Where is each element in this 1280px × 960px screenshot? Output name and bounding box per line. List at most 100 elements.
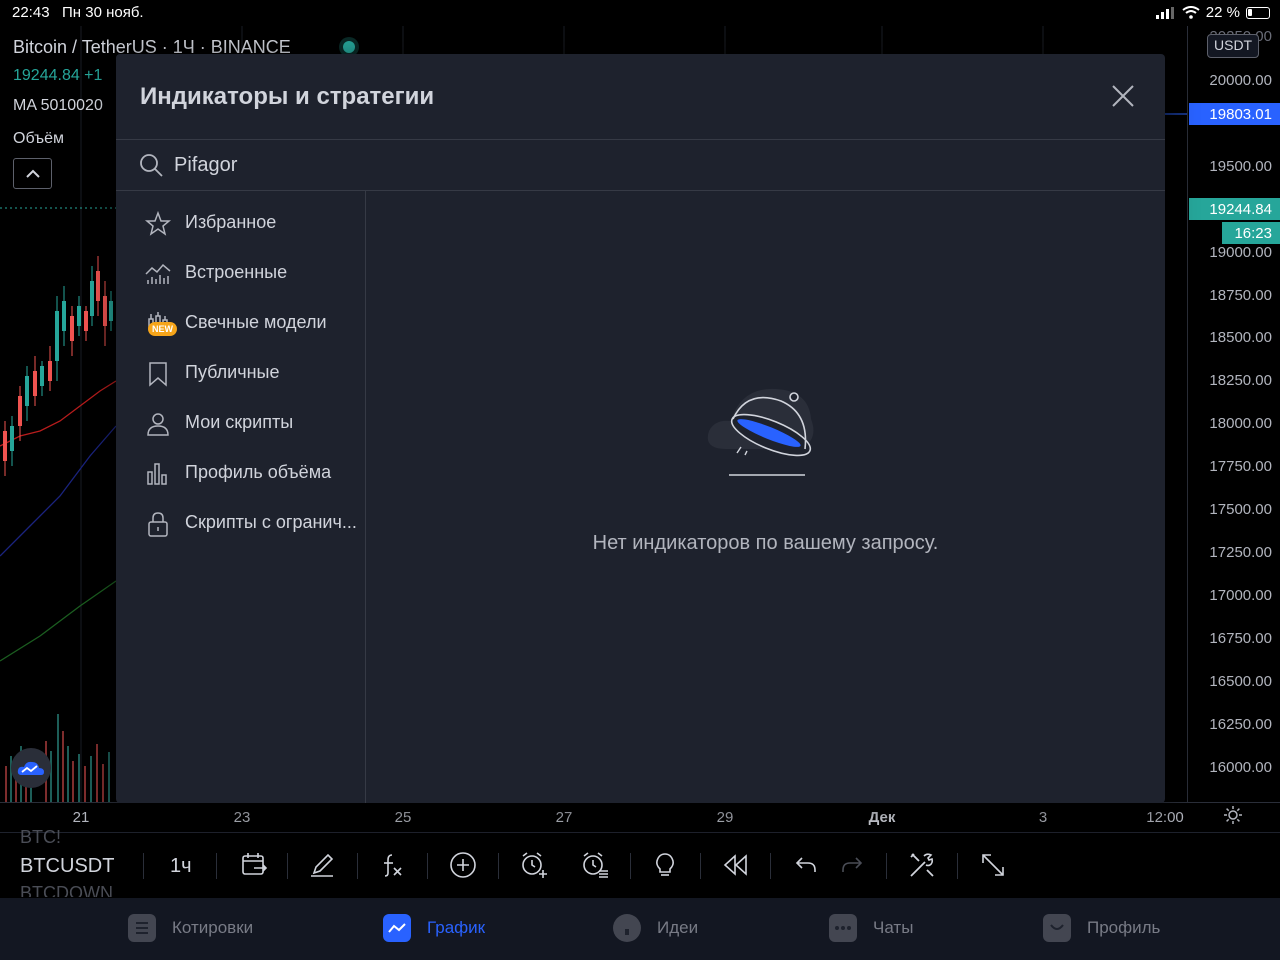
- dialog-title: Индикаторы и стратегии: [140, 83, 435, 110]
- sidebar-item-label: Свечные модели: [185, 312, 327, 332]
- add-button[interactable]: [445, 847, 481, 883]
- price-axis-label: 19000.00: [1209, 244, 1272, 261]
- toolbar-divider: [957, 853, 958, 879]
- tools-icon: [910, 853, 934, 877]
- sidebar-item-candle-patterns[interactable]: NEW Свечные модели: [116, 298, 366, 348]
- smiley-icon: [1043, 914, 1071, 942]
- nav-item-profile[interactable]: Профиль: [1043, 914, 1160, 942]
- toolbar-divider: [287, 853, 288, 879]
- price-axis-label: 18500.00: [1209, 329, 1272, 346]
- bookmark-icon: [149, 362, 167, 387]
- fullscreen-button[interactable]: [975, 847, 1011, 883]
- symbol-ghost-next: BTCDOWN: [20, 883, 113, 897]
- toolbar-divider: [143, 853, 144, 879]
- ideas-button[interactable]: [647, 847, 683, 883]
- toolbar-divider: [630, 853, 631, 879]
- symbol-ghost-prev: BTC!: [20, 827, 62, 847]
- time-axis-label: 25: [394, 809, 412, 826]
- battery-icon: [1246, 6, 1270, 19]
- price-axis-label: 16750.00: [1209, 630, 1272, 647]
- ma-legend[interactable]: MA 5010020: [13, 97, 103, 115]
- bulb-icon: [613, 914, 641, 942]
- chart-price-line: 19244.84 +1: [13, 67, 103, 84]
- undo-button[interactable]: [788, 847, 824, 883]
- date-range-button[interactable]: [236, 847, 272, 883]
- time-axis-label: Дек: [868, 809, 896, 826]
- toolbar-divider: [700, 853, 701, 879]
- drawing-tool-button[interactable]: [304, 847, 340, 883]
- gear-icon[interactable]: [1222, 804, 1244, 826]
- time-axis-label: 3: [1038, 809, 1048, 826]
- chart-icon: [383, 914, 411, 942]
- time-axis-label: 29: [716, 809, 734, 826]
- new-badge: NEW: [148, 322, 177, 336]
- alerts-list-button[interactable]: [577, 847, 613, 883]
- tradingview-logo[interactable]: [11, 748, 51, 788]
- nav-label: Профиль: [1087, 918, 1161, 937]
- nav-item-chats[interactable]: Чаты: [829, 914, 913, 942]
- tools-button[interactable]: [904, 847, 940, 883]
- price-axis[interactable]: 20250.00 20000.00 19500.00 19000.00 1875…: [1187, 26, 1280, 802]
- nav-label: Идеи: [657, 918, 699, 937]
- search-input[interactable]: [174, 148, 1074, 182]
- nav-item-chart[interactable]: График: [383, 914, 485, 942]
- alarm-plus-icon: [522, 852, 547, 878]
- add-alert-button[interactable]: [516, 847, 552, 883]
- builtin-chart-icon: [145, 263, 171, 284]
- list-icon: [128, 914, 156, 942]
- toolbar-divider: [498, 853, 499, 879]
- sidebar-item-favorites[interactable]: Избранное: [116, 198, 366, 248]
- price-axis-label: 17000.00: [1209, 587, 1272, 604]
- toolbar-divider: [770, 853, 771, 879]
- sidebar-item-restricted-scripts[interactable]: Скрипты с огранич...: [116, 498, 366, 548]
- price-axis-label: 16250.00: [1209, 716, 1272, 733]
- currency-badge[interactable]: USDT: [1207, 34, 1260, 58]
- pen-icon: [311, 853, 334, 877]
- sidebar-item-my-scripts[interactable]: Мои скрипты: [116, 398, 366, 448]
- alarm-list-icon: [583, 852, 608, 878]
- status-bar: 22:43 Пн 30 нояб. 22 %: [0, 0, 1280, 26]
- toolbar-divider: [357, 853, 358, 879]
- redo-icon: [842, 857, 863, 872]
- nav-item-quotes[interactable]: Котировки: [128, 914, 253, 942]
- category-sidebar: Избранное Встроенные NEW Свечные модели …: [116, 191, 366, 803]
- battery-percent: 22 %: [1205, 4, 1240, 21]
- replay-button[interactable]: [717, 847, 753, 883]
- nav-item-ideas[interactable]: Идеи: [613, 914, 698, 942]
- interval-selector[interactable]: 1ч: [170, 855, 192, 878]
- symbol-selector[interactable]: BTCUSDT: [20, 855, 114, 878]
- indicators-button[interactable]: [374, 847, 410, 883]
- last-price-tag: 19244.84: [1189, 198, 1280, 220]
- lock-icon: [148, 512, 168, 537]
- price-axis-label: 17750.00: [1209, 458, 1272, 475]
- time-axis-label: 23: [233, 809, 251, 826]
- close-icon[interactable]: [1109, 82, 1137, 110]
- time-axis[interactable]: 21 23 25 27 29 Дек 3 12:00: [0, 802, 1280, 832]
- nav-label: Котировки: [172, 918, 254, 937]
- ma-red-line: [0, 380, 117, 447]
- collapse-legend-button[interactable]: [13, 158, 52, 189]
- time-axis-label: 27: [555, 809, 573, 826]
- fx-icon: [384, 854, 402, 877]
- plus-circle-icon: [450, 852, 476, 878]
- sidebar-item-label: Встроенные: [185, 262, 288, 282]
- status-right: 22 %: [1155, 4, 1270, 21]
- price-axis-label: 20000.00: [1209, 72, 1272, 89]
- volume-legend[interactable]: Объём: [13, 130, 64, 148]
- toolbar-divider: [886, 853, 887, 879]
- time-axis-label: 21: [72, 809, 90, 826]
- price-axis-label: 19500.00: [1209, 158, 1272, 175]
- ma-blue-line: [0, 425, 117, 557]
- volume-bars-icon: [147, 463, 167, 485]
- time-axis-label: 12:00: [1146, 809, 1184, 826]
- lightbulb-icon: [656, 853, 674, 876]
- toolbar-divider: [427, 853, 428, 879]
- sidebar-item-label: Мои скрипты: [185, 412, 294, 432]
- sidebar-item-builtin[interactable]: Встроенные: [116, 248, 366, 298]
- search-row: [116, 140, 1165, 191]
- bar-countdown-tag: 16:23: [1222, 222, 1280, 244]
- redo-button[interactable]: [834, 847, 870, 883]
- nav-label: График: [427, 918, 486, 937]
- sidebar-item-volume-profile[interactable]: Профиль объёма: [116, 448, 366, 498]
- sidebar-item-public[interactable]: Публичные: [116, 348, 366, 398]
